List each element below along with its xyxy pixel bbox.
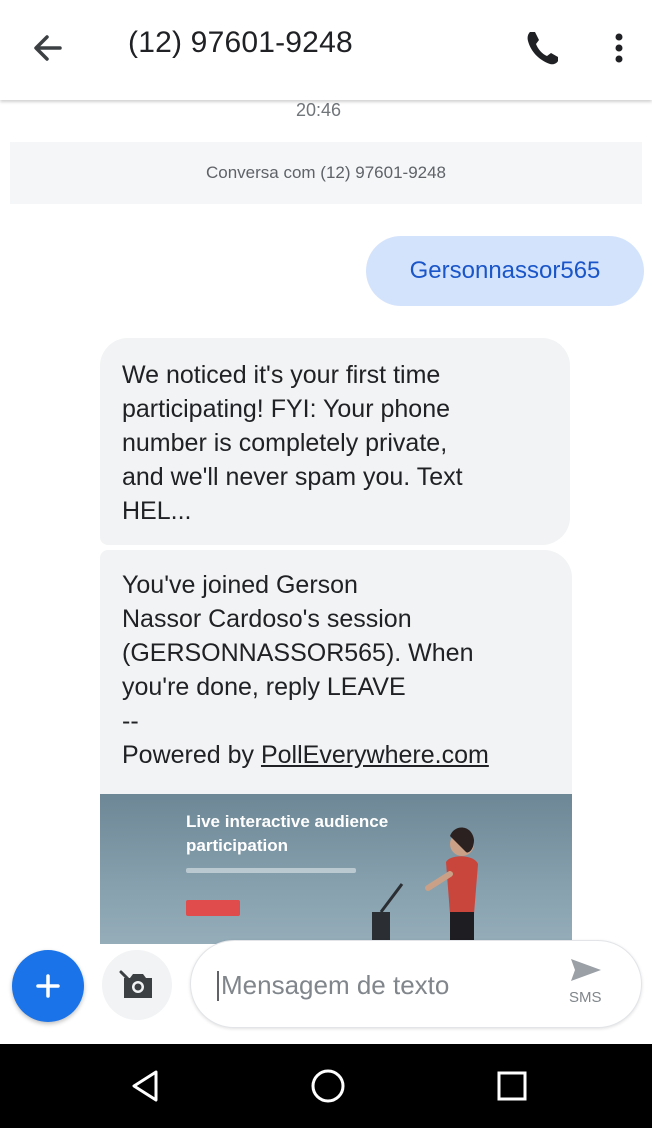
message-line: HEL... xyxy=(122,497,192,525)
powered-by-prefix: Powered by xyxy=(122,741,261,769)
send-sms-label: SMS xyxy=(569,989,602,1006)
incoming-message-bubble[interactable]: We noticed it's your first time particip… xyxy=(100,338,570,545)
send-icon xyxy=(571,959,601,981)
arrow-back-icon[interactable] xyxy=(28,28,68,68)
message-compose-box[interactable]: SMS xyxy=(190,940,642,1028)
powered-by-line: Powered by PollEverywhere.com xyxy=(122,738,550,772)
system-navigation-bar xyxy=(0,1044,652,1128)
nav-back-icon[interactable] xyxy=(126,1066,166,1106)
nav-recents-icon[interactable] xyxy=(492,1066,532,1106)
preview-cta-button xyxy=(186,900,240,916)
outgoing-message-bubble[interactable]: Gersonnassor565 xyxy=(366,236,644,306)
message-input[interactable] xyxy=(221,963,541,1007)
message-line: You've joined Gerson xyxy=(122,571,358,599)
camera-icon xyxy=(119,970,152,998)
preview-subtitle-bar xyxy=(186,868,356,873)
add-attachment-button[interactable] xyxy=(12,950,84,1022)
message-line: number is completely private, xyxy=(122,429,448,457)
message-line: and we'll never spam you. Text xyxy=(122,463,463,491)
message-line: participating! FYI: Your phone xyxy=(122,395,451,423)
contact-title: (12) 97601-9248 xyxy=(128,26,353,59)
message-line: -- xyxy=(122,707,139,735)
phone-icon[interactable] xyxy=(522,26,562,70)
more-vert-icon[interactable] xyxy=(604,28,634,68)
link-preview-image[interactable]: Live interactive audience participation xyxy=(100,794,572,944)
message-line: you're done, reply LEAVE xyxy=(122,673,406,701)
message-timestamp: 20:46 xyxy=(296,100,342,120)
incoming-message-bubble[interactable]: You've joined Gerson Nassor Cardoso's se… xyxy=(100,550,572,794)
app-bar: (12) 97601-9248 xyxy=(0,0,652,100)
message-line: Nassor Cardoso's session xyxy=(122,605,412,633)
text-cursor xyxy=(217,971,219,1001)
message-line: (GERSONNASSOR565). When xyxy=(122,639,474,667)
message-line: We noticed it's your first time xyxy=(122,361,441,389)
nav-home-icon[interactable] xyxy=(308,1066,348,1106)
presenter-illustration xyxy=(372,827,478,944)
plus-icon xyxy=(36,974,60,998)
polleverywhere-link[interactable]: PollEverywhere.com xyxy=(261,741,489,769)
camera-button[interactable] xyxy=(102,950,172,1020)
conversation-banner: Conversa com (12) 97601-9248 xyxy=(10,142,642,204)
send-sms-button[interactable]: SMS xyxy=(567,955,617,1015)
